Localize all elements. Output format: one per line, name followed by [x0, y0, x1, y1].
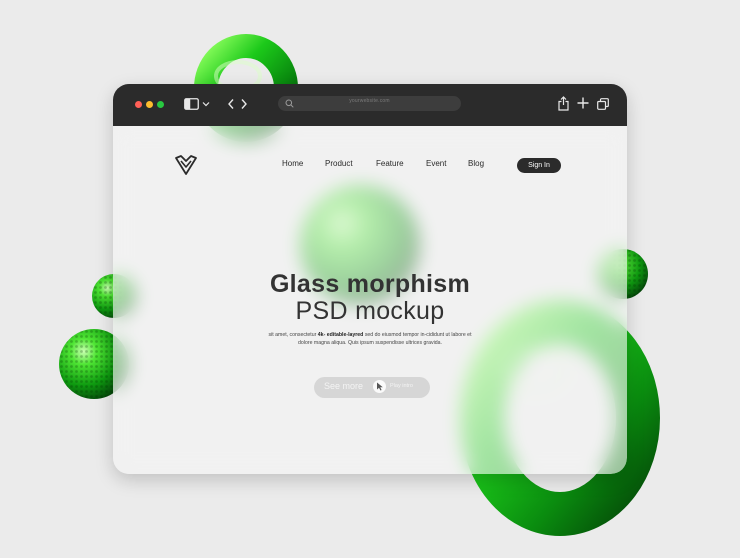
back-icon[interactable] — [227, 98, 235, 110]
close-window-button[interactable] — [135, 101, 142, 108]
nav-home[interactable]: Home — [282, 159, 303, 168]
nav-feature[interactable]: Feature — [376, 159, 404, 168]
share-icon[interactable] — [558, 96, 569, 111]
hero-description: sit amet, consectetur 4k- editable-layre… — [265, 332, 475, 347]
sidebar-icon[interactable] — [184, 98, 199, 110]
hero-description-highlight: 4k- editable-layred — [317, 332, 364, 338]
browser-titlebar: yourwebsite.com — [113, 84, 627, 126]
hero-description-start: sit amet, consectetur — [268, 332, 318, 338]
see-more-button[interactable]: See more — [324, 381, 363, 391]
minimize-window-button[interactable] — [146, 101, 153, 108]
forward-icon[interactable] — [240, 98, 248, 110]
nav-product[interactable]: Product — [325, 159, 353, 168]
v-logo-icon[interactable] — [174, 153, 198, 177]
nav-blog[interactable]: Blog — [468, 159, 484, 168]
play-intro-label[interactable]: Play intro — [390, 383, 413, 389]
plus-icon[interactable] — [577, 97, 589, 109]
address-bar[interactable]: yourwebsite.com — [278, 96, 461, 111]
hero-title-line2: PSD mockup — [295, 297, 445, 325]
play-intro-button[interactable] — [373, 380, 386, 393]
cta-pill: See more Play intro — [314, 377, 430, 398]
browser-window: yourwebsite.com Home Product Feature Eve… — [113, 84, 627, 474]
chevron-down-icon[interactable] — [202, 100, 210, 108]
hero-title-line1: Glass morphism — [269, 270, 471, 298]
tabs-icon[interactable] — [597, 98, 609, 110]
url-text: yourwebsite.com — [349, 98, 390, 104]
sign-in-button[interactable]: Sign In — [517, 158, 561, 173]
nav-event[interactable]: Event — [426, 159, 446, 168]
maximize-window-button[interactable] — [157, 101, 164, 108]
cursor-icon — [377, 382, 383, 391]
